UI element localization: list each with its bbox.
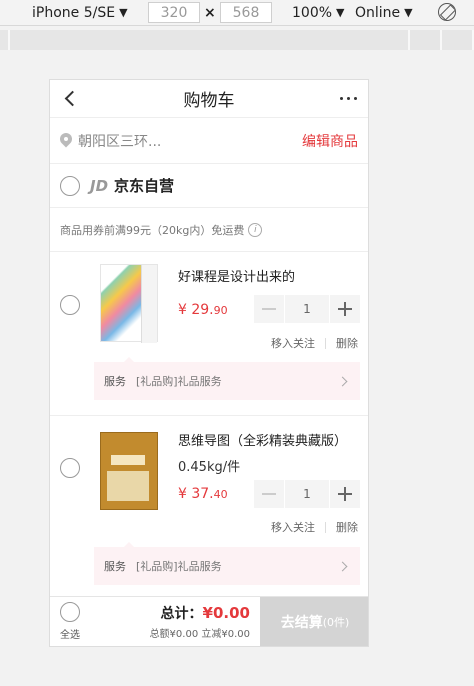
device-label: iPhone 5/SE [32, 4, 116, 21]
increase-button[interactable] [330, 295, 360, 323]
totals: 总计：¥0.00 总额¥0.00 立减¥0.00 [90, 597, 260, 646]
address-bar: 朝阳区三环... 编辑商品 [50, 118, 368, 164]
height-input[interactable]: 568 [220, 2, 272, 23]
divider [325, 521, 326, 533]
product-price: ¥ 37.40 [178, 486, 228, 502]
item-actions: 移入关注 删除 [271, 335, 358, 351]
width-input[interactable]: 320 [148, 2, 200, 23]
chevron-right-icon [337, 561, 348, 571]
quantity-stepper: 1 [254, 295, 360, 323]
quantity-stepper: 1 [254, 480, 360, 508]
network-select[interactable]: Online ▼ [355, 5, 413, 21]
select-all[interactable]: 全选 [50, 597, 90, 646]
price-main: ¥ 37. [178, 486, 214, 502]
devtools-toolbar: iPhone 5/SE ▼ 320 × 568 100% ▼ Online ▼ [0, 0, 474, 26]
item-select-radio[interactable] [60, 295, 80, 315]
total-amount: ¥0.00 [202, 604, 250, 622]
service-row[interactable]: 服务 [礼品购]礼品服务 [94, 357, 360, 400]
delete-button[interactable]: 删除 [336, 335, 358, 351]
product-spec: 0.45kg/件 [178, 460, 241, 475]
quantity-input[interactable]: 1 [285, 480, 329, 508]
decrease-button[interactable] [254, 295, 284, 323]
location-pin-icon [60, 133, 72, 149]
product-name[interactable]: 思维导图（全彩精装典藏版） [178, 430, 347, 449]
total-line: 总计：¥0.00 [161, 603, 250, 623]
chevron-right-icon [337, 376, 348, 386]
service-text: [礼品购]礼品服务 [136, 560, 222, 573]
service-row[interactable]: 服务 [礼品购]礼品服务 [94, 542, 360, 585]
checkout-footer: 全选 总计：¥0.00 总额¥0.00 立减¥0.00 去结算 (0件) [50, 596, 368, 646]
checkout-label: 去结算 [280, 615, 323, 631]
more-dots-icon [339, 97, 343, 100]
media-query-segment[interactable] [10, 30, 410, 50]
product-image[interactable] [100, 432, 158, 510]
zoom-select[interactable]: 100% ▼ [292, 5, 345, 21]
caret-down-icon: ▼ [336, 6, 345, 19]
price-cents: 40 [213, 488, 228, 501]
divider [325, 337, 326, 349]
service-label: 服务 [104, 375, 126, 388]
move-to-favorites-button[interactable]: 移入关注 [271, 335, 315, 351]
checkout-count: (0件) [322, 616, 350, 629]
address-text[interactable]: 朝阳区三环... [78, 131, 302, 151]
total-label: 总计： [160, 606, 203, 622]
quantity-input[interactable]: 1 [285, 295, 329, 323]
media-query-segment[interactable] [442, 30, 474, 50]
network-label: Online [355, 4, 401, 21]
delete-button[interactable]: 删除 [336, 519, 358, 535]
shop-name[interactable]: 京东自营 [114, 175, 174, 196]
device-select[interactable]: iPhone 5/SE ▼ [32, 5, 128, 21]
nav-header: 购物车 [50, 80, 368, 118]
media-query-bar [0, 30, 474, 50]
product-price: ¥ 29.90 [178, 302, 228, 318]
service-label: 服务 [104, 560, 126, 573]
jd-logo: JD [90, 176, 109, 195]
product-name[interactable]: 好课程是设计出来的 [178, 266, 295, 285]
cart-item: 好课程是设计出来的 ¥ 29.90 1 移入关注 删除 服务 [礼品购]礼品服务 [50, 252, 368, 416]
item-actions: 移入关注 删除 [271, 519, 358, 535]
service-text: [礼品购]礼品服务 [136, 375, 222, 388]
increase-button[interactable] [330, 480, 360, 508]
select-all-radio[interactable] [60, 602, 80, 622]
back-button[interactable] [50, 80, 90, 118]
edit-items-button[interactable]: 编辑商品 [302, 131, 358, 151]
move-to-favorites-button[interactable]: 移入关注 [271, 519, 315, 535]
caret-down-icon: ▼ [119, 6, 128, 19]
caret-down-icon: ▼ [404, 6, 413, 19]
decrease-button[interactable] [254, 480, 284, 508]
select-all-label: 全选 [60, 630, 80, 641]
shop-row: JD 京东自营 [50, 164, 368, 208]
product-image[interactable] [100, 264, 158, 343]
discount-summary: 总额¥0.00 立减¥0.00 [149, 629, 250, 640]
zoom-label: 100% [292, 4, 333, 21]
phone-viewport: 购物车 朝阳区三环... 编辑商品 JD 京东自营 商品用券前满99元（20kg… [49, 79, 369, 647]
shipping-notice-text: 商品用券前满99元（20kg内）免运费 [60, 223, 245, 237]
info-icon[interactable]: i [248, 222, 263, 237]
more-menu-button[interactable] [328, 80, 368, 118]
cart-item: 思维导图（全彩精装典藏版） 0.45kg/件 ¥ 37.40 1 移入关注 删除… [50, 416, 368, 598]
price-cents: 90 [213, 304, 228, 317]
media-query-segment[interactable] [0, 30, 10, 50]
shipping-notice: 商品用券前满99元（20kg内）免运费 i [50, 208, 368, 252]
page-title: 购物车 [183, 91, 235, 111]
rotate-icon[interactable] [438, 3, 456, 21]
price-main: ¥ 29. [178, 302, 214, 318]
shop-select-radio[interactable] [60, 175, 80, 196]
back-arrow-icon [64, 90, 80, 107]
checkout-button[interactable]: 去结算 (0件) [260, 597, 368, 646]
item-select-radio[interactable] [60, 458, 80, 478]
media-query-segment[interactable] [410, 30, 442, 50]
dimension-separator: × [204, 4, 216, 21]
